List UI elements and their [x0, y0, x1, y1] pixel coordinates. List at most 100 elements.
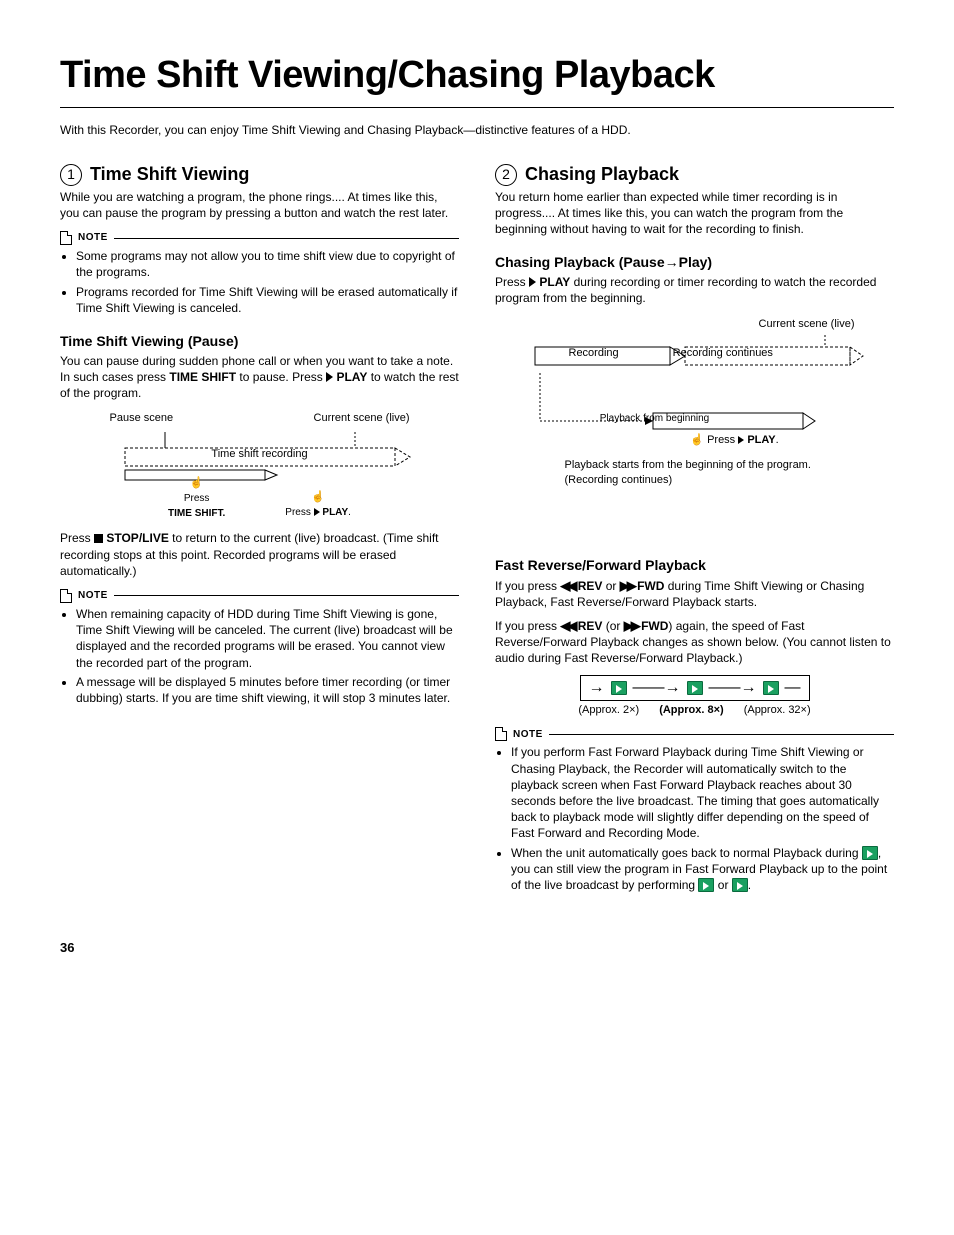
speed-8x: (Approx. 8×): [659, 703, 723, 718]
diagram-time-shift: TIME SHIFT.: [168, 508, 225, 519]
right-column: 2 Chasing Playback You return home earli…: [495, 162, 894, 899]
list-item: When the unit automatically goes back to…: [511, 845, 894, 894]
play-icon: [529, 277, 536, 287]
diagram2-recording: Recording: [569, 346, 619, 361]
text: .: [748, 878, 751, 892]
play-keyword: PLAY: [336, 370, 367, 384]
section-2-heading: 2 Chasing Playback: [495, 162, 894, 186]
text: (or: [602, 619, 623, 633]
text: Press: [495, 275, 529, 289]
speed-32x: (Approx. 32×): [744, 703, 811, 718]
note-2-label: NOTE: [78, 589, 108, 603]
speed-labels: (Approx. 2×) (Approx. 8×) (Approx. 32×): [495, 703, 894, 718]
note-icon: [495, 727, 507, 741]
note-2-header: NOTE: [60, 589, 459, 603]
text: Press: [60, 531, 94, 545]
diagram2-caption: Playback starts from the beginning of th…: [565, 458, 825, 488]
arrow-icon: ——→: [633, 680, 681, 696]
fwd-button-icon: [732, 878, 748, 892]
diagram2-press-play: ☝ Press PLAY.: [565, 433, 905, 448]
note-2-list: When remaining capacity of HDD during Ti…: [60, 606, 459, 706]
note-1-label: NOTE: [78, 231, 108, 245]
left-column: 1 Time Shift Viewing While you are watch…: [60, 162, 459, 899]
arrow-icon: →: [589, 680, 605, 696]
hand-icon: ☝: [311, 490, 325, 505]
time-shift-keyword: TIME SHIFT: [169, 370, 236, 384]
fastfwd-p2: If you press ◀◀ REV (or ▶▶ FWD) again, t…: [495, 617, 894, 667]
circled-1-icon: 1: [60, 164, 82, 186]
note-1-list: Some programs may not allow you to time …: [60, 248, 459, 316]
note-3-header: NOTE: [495, 727, 894, 741]
rev-keyword: REV: [578, 619, 603, 633]
fwd-icon: ▶▶: [624, 618, 638, 633]
diagram-label-current-scene: Current scene (live): [314, 411, 410, 426]
diagram-tsr-label: Time shift recording: [100, 447, 420, 462]
circled-2-icon: 2: [495, 164, 517, 186]
play-icon: [326, 372, 333, 382]
fastfwd-p1: If you press ◀◀ REV or ▶▶ FWD during Tim…: [495, 577, 894, 611]
arrow-icon: ——→: [709, 680, 757, 696]
note-rule: [549, 734, 894, 735]
subsection-pause-heading: Time Shift Viewing (Pause): [60, 332, 459, 351]
diagram-press-play: Press PLAY.: [285, 507, 351, 518]
list-item: When remaining capacity of HDD during Ti…: [76, 606, 459, 671]
intro-text: With this Recorder, you can enjoy Time S…: [60, 122, 894, 138]
page-title: Time Shift Viewing/Chasing Playback: [60, 50, 894, 101]
stop-icon: [94, 534, 103, 543]
speed-2x: (Approx. 2×): [578, 703, 639, 718]
stop-live-paragraph: Press STOP/LIVE to return to the current…: [60, 530, 459, 579]
hand-icon: ☝: [190, 476, 204, 491]
note-1-header: NOTE: [60, 231, 459, 245]
fwd-button-icon: [687, 681, 703, 695]
two-column-layout: 1 Time Shift Viewing While you are watch…: [60, 162, 894, 899]
pause-paragraph: You can pause during sudden phone call o…: [60, 353, 459, 402]
note-rule: [114, 595, 459, 596]
text: to pause. Press: [236, 370, 326, 384]
diagram2-current-scene: Current scene (live): [525, 317, 865, 332]
fwd-keyword: FWD: [641, 619, 668, 633]
fwd-button-icon: [862, 846, 878, 860]
note-icon: [60, 589, 72, 603]
fwd-button-icon: [763, 681, 779, 695]
note-icon: [60, 231, 72, 245]
list-item: A message will be displayed 5 minutes be…: [76, 674, 459, 706]
text: When the unit automatically goes back to…: [511, 846, 862, 860]
subsection-fastfwd-heading: Fast Reverse/Forward Playback: [495, 556, 894, 575]
rev-icon: ◀◀: [560, 618, 574, 633]
page-number: 36: [60, 939, 894, 957]
section-1-intro: While you are watching a program, the ph…: [60, 189, 459, 221]
text: If you press: [495, 579, 560, 593]
rev-icon: ◀◀: [560, 578, 574, 593]
stop-live-keyword: STOP/LIVE: [106, 531, 168, 545]
title-rule: [60, 107, 894, 108]
subsection-chasing-heading: Chasing Playback (Pause→Play): [495, 253, 894, 272]
chasing-paragraph: Press PLAY during recording or timer rec…: [495, 274, 894, 306]
text: or: [602, 579, 619, 593]
diagram2-playback-label: Playback from beginning: [585, 412, 725, 426]
hand-icon: ☝: [690, 433, 704, 448]
play-keyword: PLAY: [539, 275, 570, 289]
arrow-icon: —: [785, 680, 801, 696]
fwd-keyword: FWD: [637, 579, 664, 593]
section-2-title: Chasing Playback: [525, 162, 679, 186]
diagram-label-pause-scene: Pause scene: [110, 411, 174, 426]
diagram-press: Press: [184, 493, 210, 504]
rev-keyword: REV: [578, 579, 603, 593]
note-rule: [114, 238, 459, 239]
speed-diagram: → ——→ ——→ —: [580, 675, 810, 701]
list-item: If you perform Fast Forward Playback dur…: [511, 744, 894, 841]
list-item: Some programs may not allow you to time …: [76, 248, 459, 280]
text: or: [714, 878, 731, 892]
note-3-label: NOTE: [513, 728, 543, 742]
time-shift-diagram: Pause scene Current scene (live) Time sh…: [100, 411, 420, 520]
text: If you press: [495, 619, 560, 633]
section-1-heading: 1 Time Shift Viewing: [60, 162, 459, 186]
section-1-title: Time Shift Viewing: [90, 162, 249, 186]
fwd-button-icon: [611, 681, 627, 695]
chasing-diagram: Current scene (live) Recording Recording…: [525, 317, 865, 526]
fwd-icon: ▶▶: [620, 578, 634, 593]
fwd-button-icon: [698, 878, 714, 892]
note-3-list: If you perform Fast Forward Playback dur…: [495, 744, 894, 893]
diagram2-recording-cont: Recording continues: [673, 346, 773, 361]
section-2-intro: You return home earlier than expected wh…: [495, 189, 894, 238]
